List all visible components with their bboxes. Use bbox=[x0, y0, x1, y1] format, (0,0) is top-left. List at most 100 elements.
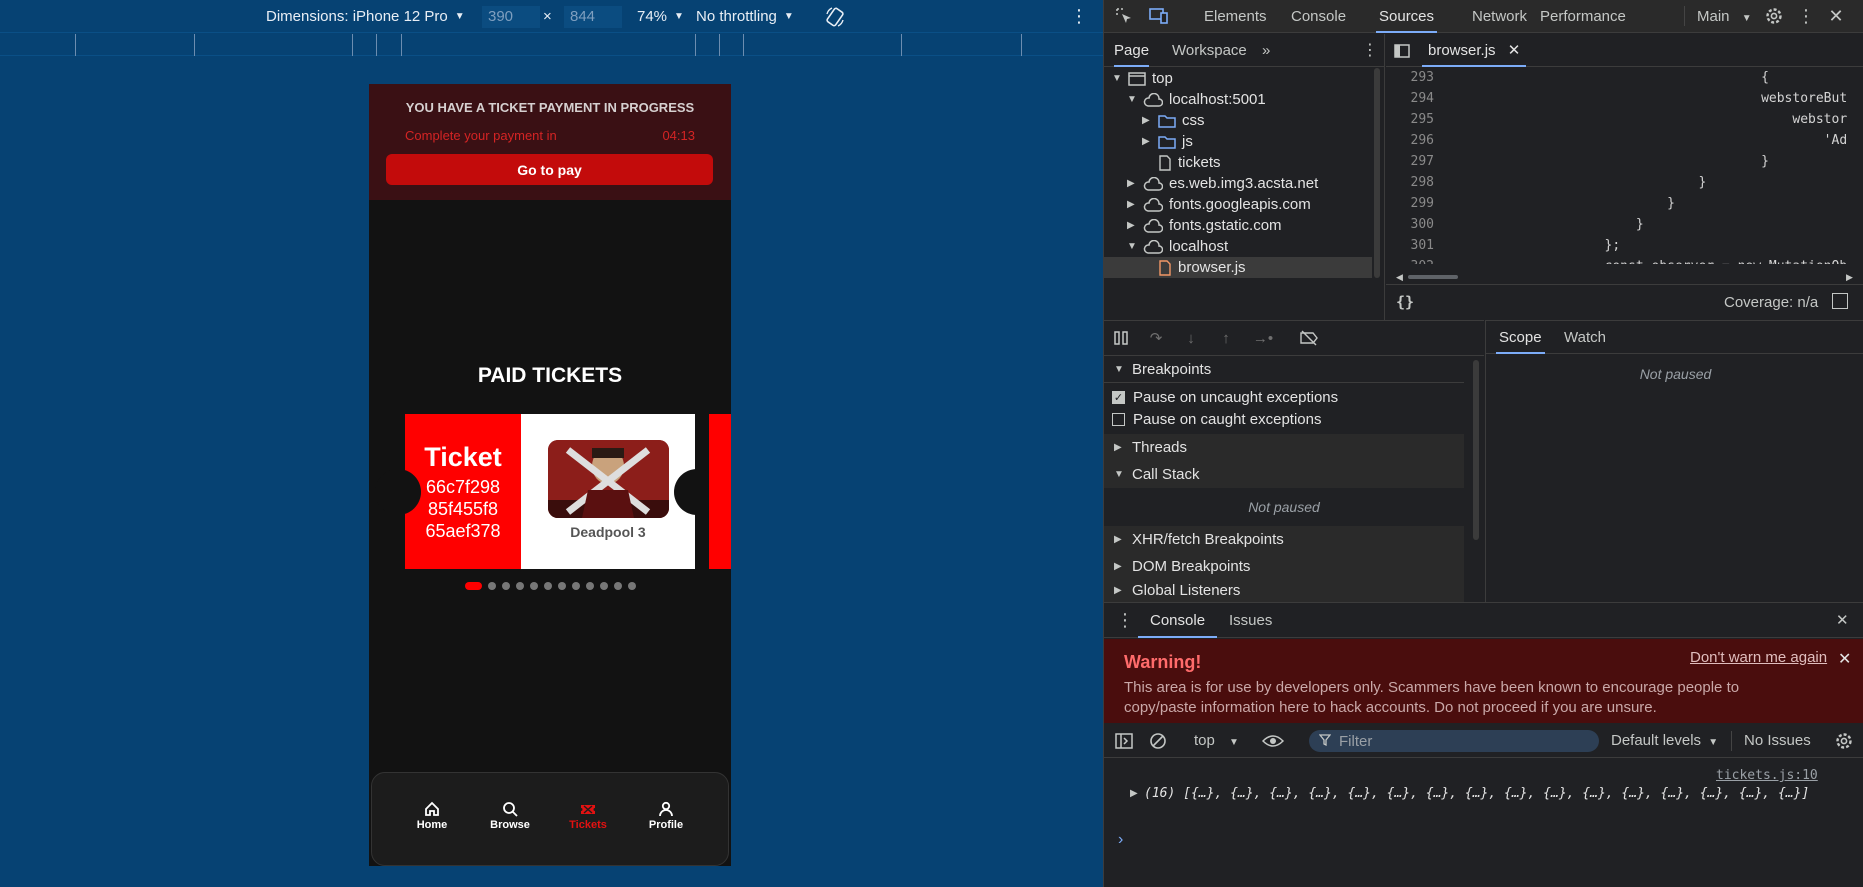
tab-elements[interactable]: Elements bbox=[1204, 0, 1267, 33]
tree-item[interactable]: ▶ es.web.img3.acsta.net bbox=[1104, 173, 1372, 194]
ticket-card[interactable]: Ticket 66c7f298 85f455f8 65aef378 Deadpo… bbox=[375, 414, 720, 569]
file-tab[interactable]: browser.js ✕ bbox=[1422, 34, 1527, 67]
tree-item[interactable]: ▶ fonts.gstatic.com bbox=[1104, 215, 1372, 236]
tab-sources[interactable]: Sources bbox=[1376, 0, 1438, 33]
call-stack-header[interactable]: ▼ Call Stack bbox=[1104, 461, 1464, 488]
code-line[interactable]: 293 { bbox=[1386, 67, 1769, 88]
code-line[interactable]: 296 'Ad bbox=[1386, 130, 1848, 151]
checkbox-checked[interactable]: ✓ bbox=[1112, 390, 1125, 404]
code-line[interactable]: 300 } bbox=[1386, 214, 1644, 235]
nav-browse[interactable]: Browse bbox=[480, 801, 540, 831]
throttling-select[interactable]: No throttling ▼ bbox=[696, 0, 794, 33]
drawer-tab-issues[interactable]: Issues bbox=[1229, 603, 1272, 638]
tree-item[interactable]: ▶ fonts.googleapis.com bbox=[1104, 194, 1372, 215]
close-icon[interactable]: ✕ bbox=[1836, 603, 1849, 638]
more-options-icon[interactable]: ⋮ bbox=[1796, 4, 1816, 28]
next-ticket-peek[interactable] bbox=[709, 414, 731, 569]
carousel-dot[interactable] bbox=[529, 582, 538, 590]
horizontal-scrollbar[interactable] bbox=[1408, 275, 1458, 279]
zoom-select[interactable]: 74% ▼ bbox=[637, 0, 684, 33]
toggle-debugger-icon[interactable] bbox=[1832, 293, 1848, 309]
line-number[interactable]: 301 bbox=[1386, 235, 1434, 256]
console-context-select[interactable]: top ▼ bbox=[1194, 723, 1239, 758]
device-select[interactable]: Dimensions: iPhone 12 Pro ▼ bbox=[266, 0, 465, 33]
carousel-dot[interactable] bbox=[557, 582, 566, 590]
step-out-icon[interactable]: ↑ bbox=[1217, 329, 1235, 347]
carousel-dot[interactable] bbox=[515, 582, 524, 590]
xhr-breakpoints-header[interactable]: ▶ XHR/fetch Breakpoints bbox=[1104, 526, 1464, 553]
close-icon[interactable]: ✕ bbox=[1508, 42, 1521, 59]
rotate-icon[interactable] bbox=[824, 0, 846, 33]
more-options-icon[interactable]: ⋮ bbox=[1362, 34, 1378, 67]
code-line[interactable]: 297 } bbox=[1386, 151, 1769, 172]
scrollbar[interactable] bbox=[1374, 68, 1380, 278]
context-select[interactable]: Main ▼ bbox=[1697, 0, 1752, 33]
line-number[interactable]: 297 bbox=[1386, 151, 1434, 172]
nav-profile[interactable]: Profile bbox=[636, 801, 696, 831]
width-input[interactable] bbox=[482, 5, 540, 28]
line-number[interactable]: 295 bbox=[1386, 109, 1434, 130]
breakpoints-header[interactable]: ▼ Breakpoints bbox=[1104, 356, 1464, 383]
carousel-dot[interactable] bbox=[613, 582, 622, 590]
global-listeners-header[interactable]: ▶ Global Listeners bbox=[1104, 580, 1464, 602]
tree-item[interactable]: ▶ css bbox=[1104, 110, 1372, 131]
tree-item[interactable]: ▼ localhost bbox=[1104, 236, 1372, 257]
tab-page[interactable]: Page bbox=[1114, 34, 1150, 67]
expand-arrow-icon[interactable]: ▶ bbox=[1130, 788, 1138, 799]
tab-network[interactable]: Network bbox=[1472, 0, 1527, 33]
tab-watch[interactable]: Watch bbox=[1564, 321, 1606, 354]
carousel-dot[interactable] bbox=[543, 582, 552, 590]
line-number[interactable]: 299 bbox=[1386, 193, 1434, 214]
dom-breakpoints-header[interactable]: ▶ DOM Breakpoints bbox=[1104, 553, 1464, 580]
step-over-icon[interactable]: ↷ bbox=[1147, 329, 1165, 347]
close-icon[interactable]: ✕ bbox=[1838, 649, 1851, 669]
log-source-link[interactable]: tickets.js:10 bbox=[1716, 768, 1818, 783]
tree-item[interactable]: ▼ localhost:5001 bbox=[1104, 89, 1372, 110]
line-number[interactable]: 302 bbox=[1386, 256, 1434, 264]
pause-icon[interactable] bbox=[1112, 329, 1130, 347]
code-line[interactable]: 302 const observer = new MutationOb bbox=[1386, 256, 1848, 264]
issues-counter[interactable]: No Issues bbox=[1744, 723, 1811, 758]
height-input[interactable] bbox=[564, 5, 622, 28]
carousel-dot[interactable] bbox=[464, 582, 482, 590]
carousel-dot[interactable] bbox=[599, 582, 608, 590]
line-number[interactable]: 300 bbox=[1386, 214, 1434, 235]
more-options-icon[interactable]: ⋮ bbox=[1070, 0, 1088, 33]
inspect-element-icon[interactable] bbox=[1114, 6, 1134, 26]
scroll-right-icon[interactable]: ▶ bbox=[1846, 273, 1856, 282]
dont-warn-link[interactable]: Don't warn me again bbox=[1690, 649, 1827, 666]
close-icon[interactable]: ✕ bbox=[1826, 4, 1846, 28]
line-number[interactable]: 296 bbox=[1386, 130, 1434, 151]
step-into-icon[interactable]: ↓ bbox=[1182, 329, 1200, 347]
threads-header[interactable]: ▶ Threads bbox=[1104, 434, 1464, 461]
scrollbar[interactable] bbox=[1473, 360, 1479, 540]
device-toolbar-icon[interactable] bbox=[1148, 6, 1170, 26]
carousel-dot[interactable] bbox=[627, 582, 636, 590]
code-line[interactable]: 294 webstoreBut bbox=[1386, 88, 1848, 109]
tab-console[interactable]: Console bbox=[1291, 0, 1346, 33]
code-line[interactable]: 299 } bbox=[1386, 193, 1675, 214]
checkbox[interactable] bbox=[1112, 412, 1125, 426]
toggle-navigator-icon[interactable] bbox=[1392, 41, 1412, 61]
log-levels-select[interactable]: Default levels ▼ bbox=[1611, 723, 1718, 758]
code-line[interactable]: 301 }; bbox=[1386, 235, 1621, 256]
console-prompt-icon[interactable]: › bbox=[1118, 831, 1123, 849]
step-icon[interactable]: →• bbox=[1252, 329, 1274, 347]
nav-tickets[interactable]: Tickets bbox=[558, 801, 618, 831]
more-options-icon[interactable]: ⋮ bbox=[1116, 603, 1134, 638]
carousel-dot[interactable] bbox=[585, 582, 594, 590]
sidebar-toggle-icon[interactable] bbox=[1114, 731, 1134, 751]
drawer-tab-console[interactable]: Console bbox=[1138, 603, 1218, 638]
scroll-left-icon[interactable]: ◀ bbox=[1396, 273, 1406, 282]
line-number[interactable]: 293 bbox=[1386, 67, 1434, 88]
filter-input[interactable]: Filter bbox=[1309, 730, 1599, 752]
settings-gear-icon[interactable] bbox=[1764, 6, 1784, 26]
code-line[interactable]: 295 webstor bbox=[1386, 109, 1848, 130]
pause-uncaught-row[interactable]: ✓ Pause on uncaught exceptions bbox=[1112, 386, 1338, 408]
code-line[interactable]: 298 } bbox=[1386, 172, 1707, 193]
nav-home[interactable]: Home bbox=[402, 801, 462, 831]
console-settings-gear-icon[interactable] bbox=[1834, 731, 1854, 751]
go-to-pay-button[interactable]: Go to pay bbox=[386, 154, 713, 185]
line-number[interactable]: 298 bbox=[1386, 172, 1434, 193]
tab-scope[interactable]: Scope bbox=[1496, 321, 1545, 354]
